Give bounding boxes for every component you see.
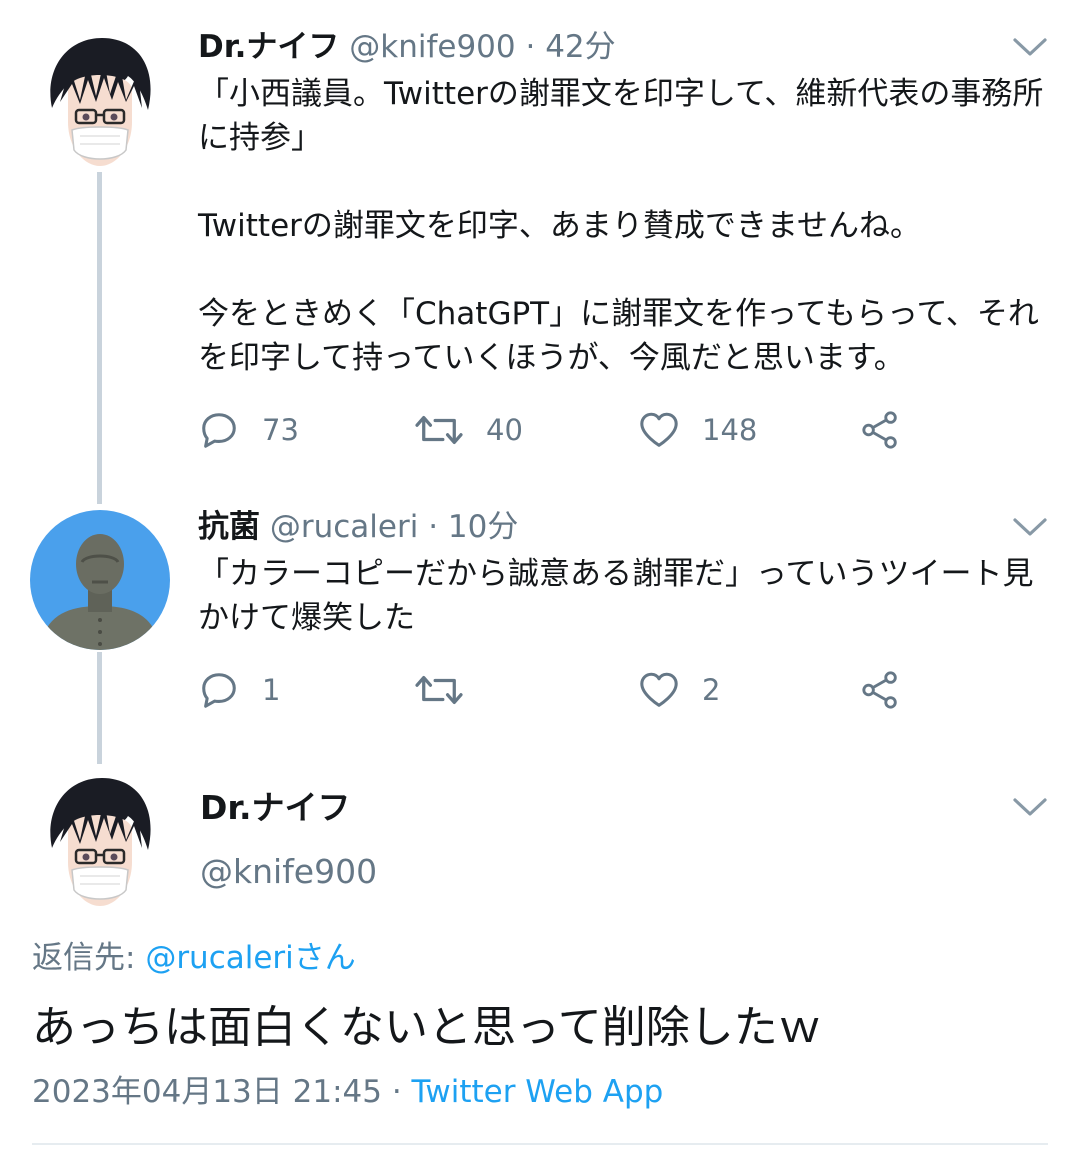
- reply-to: 返信先: @rucaleriさん: [32, 936, 356, 980]
- user-handle[interactable]: @rucaleri: [270, 509, 418, 545]
- like-count: 2: [702, 673, 721, 707]
- avatar[interactable]: [30, 510, 170, 650]
- bronze-statue-avatar-icon: [30, 510, 170, 650]
- thread-line: [97, 172, 102, 504]
- reply-to-link[interactable]: @rucaleriさん: [145, 940, 355, 976]
- tweet-actions: 1 2: [198, 668, 918, 712]
- reply-to-label: 返信先:: [32, 940, 146, 976]
- tweet-meta: 2023年04月13日 21:45 · Twitter Web App: [32, 1070, 663, 1114]
- chevron-down-icon[interactable]: [1012, 36, 1048, 58]
- share-button[interactable]: [860, 668, 902, 712]
- reply-button[interactable]: 73: [198, 408, 299, 452]
- tweet-paragraph: 「小西議員。Twitterの謝罪文を印字して、維新代表の事務所に持参」: [198, 76, 1044, 156]
- reply-icon: [198, 669, 240, 711]
- tweet-time[interactable]: 10分: [448, 509, 518, 545]
- anime-man-glasses-mask-avatar-icon: [30, 30, 170, 170]
- tweet-paragraph: 今をときめく「ChatGPT」に謝罪文を作ってもらって、それを印字して持っていく…: [198, 296, 1039, 376]
- display-name[interactable]: 抗菌: [198, 509, 260, 545]
- tweet-header: Dr.ナイフ @knife900 · 42分: [198, 27, 616, 67]
- tweet-header: 抗菌 @rucaleri · 10分: [198, 507, 518, 547]
- retweet-icon: [414, 409, 464, 451]
- reply-count: 1: [262, 673, 281, 707]
- tweet-text: 「カラーコピーだから誠意ある謝罪だ」っていうツイート見かけて爆笑した: [198, 552, 1058, 640]
- avatar[interactable]: [30, 30, 170, 170]
- chevron-down-icon[interactable]: [1012, 796, 1048, 818]
- tweet-paragraph: Twitterの謝罪文を印字、あまり賛成できませんね。: [198, 208, 921, 244]
- retweet-button[interactable]: [414, 668, 486, 712]
- divider: [32, 1143, 1048, 1145]
- separator: ·: [428, 509, 439, 545]
- chevron-down-icon[interactable]: [1012, 516, 1048, 538]
- main-tweet-text: あっちは面白くないと思って削除したｗ: [32, 1002, 822, 1053]
- retweet-button[interactable]: 40: [414, 408, 523, 452]
- tweet-timestamp[interactable]: 2023年04月13日 21:45: [32, 1074, 382, 1110]
- tweet-actions: 73 40 148: [198, 408, 918, 452]
- tweet-text: 「小西議員。Twitterの謝罪文を印字して、維新代表の事務所に持参」 Twit…: [198, 72, 1058, 380]
- display-name[interactable]: Dr.ナイフ: [198, 29, 339, 65]
- tweet-time[interactable]: 42分: [545, 29, 615, 65]
- heart-icon: [638, 409, 680, 451]
- reply-button[interactable]: 1: [198, 668, 280, 712]
- thread-line: [97, 652, 102, 764]
- share-icon: [860, 669, 902, 711]
- retweet-count: 40: [486, 413, 523, 447]
- like-button[interactable]: 148: [638, 408, 757, 452]
- retweet-icon: [414, 669, 464, 711]
- tweet-source-link[interactable]: Twitter Web App: [412, 1074, 664, 1110]
- share-button[interactable]: [860, 408, 902, 452]
- separator: ·: [381, 1074, 412, 1110]
- like-button[interactable]: 2: [638, 668, 720, 712]
- anime-man-glasses-mask-avatar-icon: [30, 770, 170, 910]
- share-icon: [860, 409, 902, 451]
- like-count: 148: [702, 413, 758, 447]
- reply-icon: [198, 409, 240, 451]
- separator: ·: [525, 29, 536, 65]
- avatar[interactable]: [30, 770, 170, 910]
- reply-count: 73: [262, 413, 299, 447]
- heart-icon: [638, 669, 680, 711]
- tweet-paragraph: 「カラーコピーだから誠意ある謝罪だ」っていうツイート見かけて爆笑した: [198, 556, 1034, 636]
- user-handle[interactable]: @knife900: [349, 29, 515, 65]
- display-name[interactable]: Dr.ナイフ: [200, 786, 351, 830]
- user-handle[interactable]: @knife900: [200, 850, 377, 894]
